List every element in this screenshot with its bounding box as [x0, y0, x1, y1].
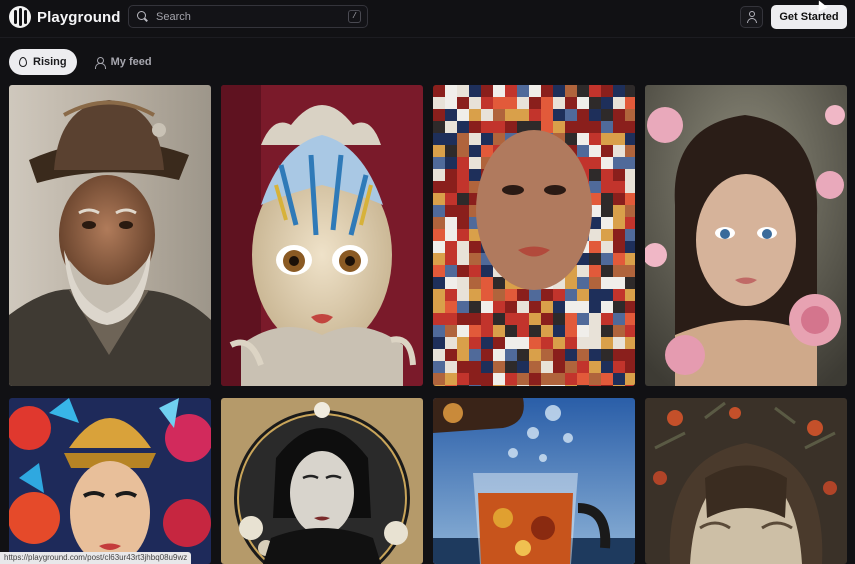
gallery-image-doll-face[interactable]	[221, 85, 423, 386]
pixel-mosaic-artwork	[433, 85, 635, 386]
flame-icon	[19, 57, 27, 67]
feed-tabs: Rising My feed	[9, 49, 162, 75]
tab-rising[interactable]: Rising	[9, 49, 77, 75]
search-input[interactable]	[156, 10, 336, 23]
rose-girl-artwork	[645, 85, 847, 386]
top-navigation-bar: Playground / Get Started	[0, 0, 855, 38]
person-icon	[94, 56, 106, 69]
headdress-woman-artwork	[9, 398, 211, 564]
gallery-image-tea-glass[interactable]	[433, 398, 635, 564]
search-shortcut-hint: /	[348, 10, 361, 23]
gallery-image-headdress-woman[interactable]	[9, 398, 211, 564]
gallery-image-pixel-mosaic-portrait[interactable]	[433, 85, 635, 386]
tab-my-feed[interactable]: My feed	[85, 49, 162, 75]
gallery-image-old-miner[interactable]	[9, 85, 211, 386]
get-started-button[interactable]: Get Started	[771, 5, 847, 29]
playground-logo-icon	[9, 6, 31, 28]
tab-rising-label: Rising	[33, 56, 67, 68]
account-button[interactable]	[740, 6, 763, 28]
user-icon	[749, 11, 755, 17]
tab-my-feed-label: My feed	[110, 56, 152, 68]
playground-logo[interactable]: Playground	[9, 6, 121, 28]
doll-face-artwork	[221, 85, 423, 386]
tangled-hair-face-artwork	[645, 398, 847, 564]
gallery-image-rose-girl[interactable]	[645, 85, 847, 386]
old-miner-artwork	[9, 85, 211, 386]
tea-glass-artwork	[433, 398, 635, 564]
geisha-artwork	[221, 398, 423, 564]
gallery-image-tangled-hair-face[interactable]	[645, 398, 847, 564]
link-preview-status-bar: https://playground.com/post/cl63ur43rt3j…	[0, 552, 192, 564]
gallery-image-geisha[interactable]	[221, 398, 423, 564]
search-box[interactable]: /	[128, 5, 368, 28]
search-icon	[137, 10, 149, 23]
app-name: Playground	[37, 8, 121, 26]
